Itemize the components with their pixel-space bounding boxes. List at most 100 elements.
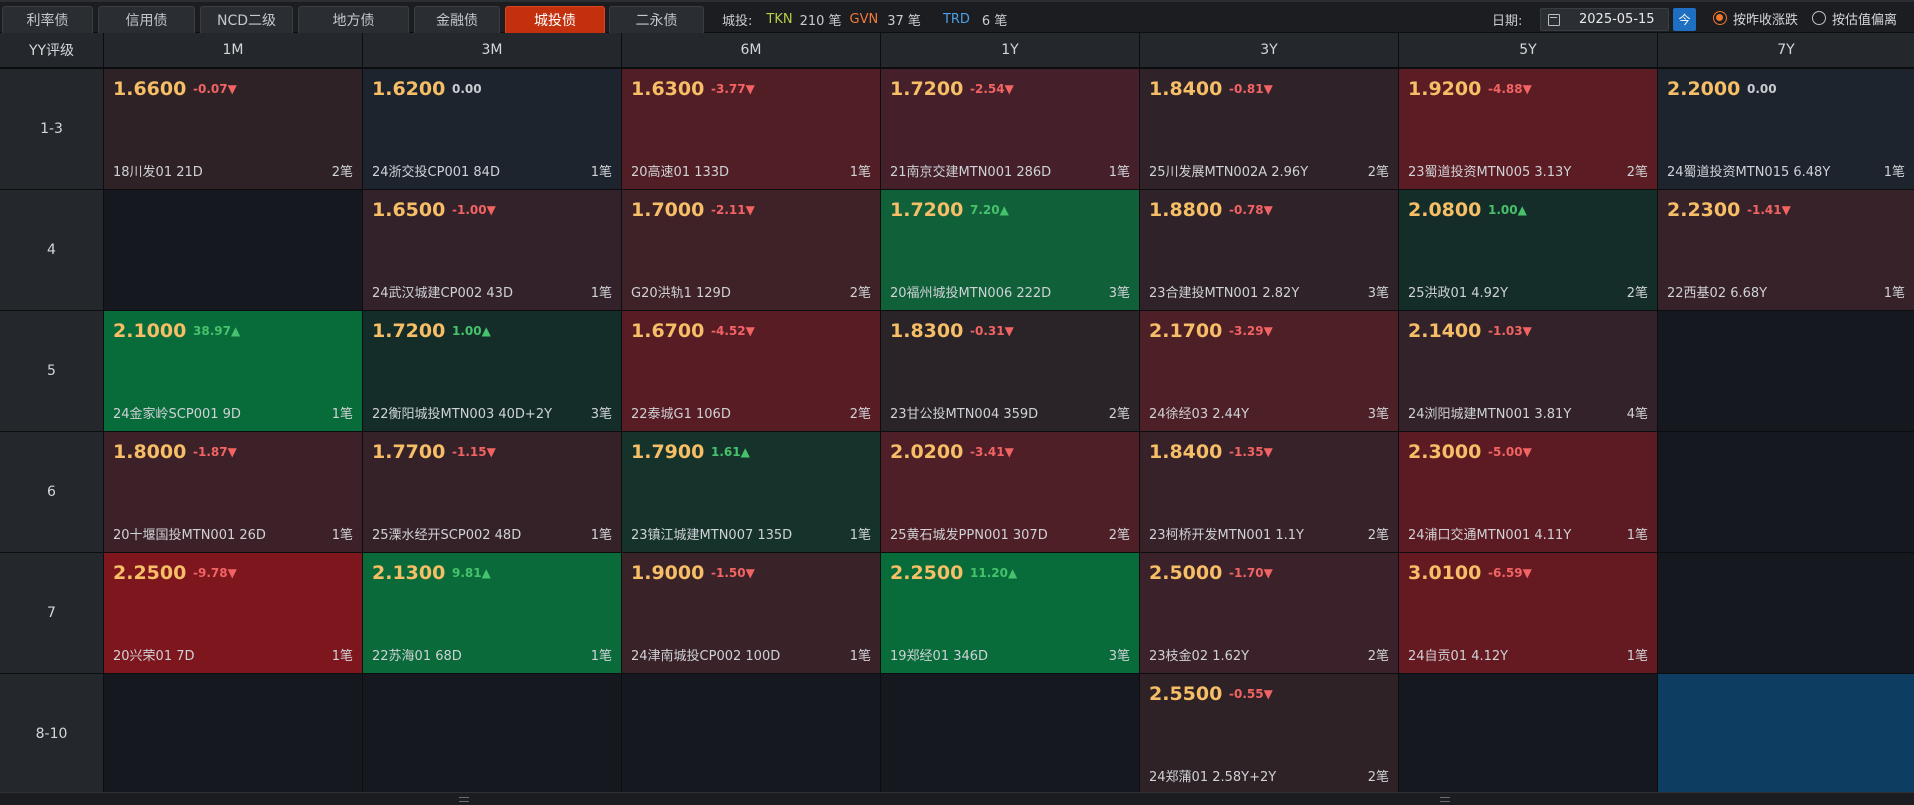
grid-cell[interactable]: 2.5000 -1.70▼ 23枝金02 1.62Y 2笔 [1140,553,1398,673]
grid-cell [1658,674,1914,794]
grid-cell[interactable]: 1.7900 1.61▲ 23镇江城建MTN007 135D 1笔 [622,432,880,552]
grid-cell[interactable]: 2.3000 -5.00▼ 24浦口交通MTN001 4.11Y 1笔 [1399,432,1657,552]
tab-利率债[interactable]: 利率债 [2,6,93,33]
cell-change: 9.81▲ [452,566,491,580]
cell-yield: 2.1700 [1149,320,1223,342]
grid-cell[interactable]: 1.6600 -0.07▼ 18川发01 21D 2笔 [104,69,362,189]
grid-cell[interactable]: 1.8400 -0.81▼ 25川发展MTN002A 2.96Y 2笔 [1140,69,1398,189]
grid-cell[interactable]: 1.6500 -1.00▼ 24武汉城建CP002 43D 1笔 [363,190,621,310]
splitter-handle-icon[interactable] [459,797,469,802]
grid-cell[interactable]: 1.7200 -2.54▼ 21南京交建MTN001 286D 1笔 [881,69,1139,189]
radio-valuation-deviation-label[interactable]: 按估值偏离 [1832,9,1897,28]
radio-prev-close[interactable] [1713,11,1727,25]
date-value: 2025-05-15 [1579,12,1655,27]
row-header-6: 6 [0,432,103,552]
tab-地方债[interactable]: 地方债 [298,6,409,33]
cell-change: -1.87▼ [193,445,237,459]
cell-change: -1.41▼ [1747,203,1791,217]
cell-trade-count: 1笔 [849,649,871,664]
cell-bond-name: 23蜀道投资MTN005 3.13Y [1408,165,1572,180]
cell-trade-count: 2笔 [849,407,871,422]
cell-bond-name: 19郑经01 346D [890,649,989,664]
tkn-label: TKN [766,11,793,27]
cell-yield: 1.7000 [631,199,705,221]
grid-cell[interactable]: 1.7200 1.00▲ 22衡阳城投MTN003 40D+2Y 3笔 [363,311,621,431]
grid-cell [363,674,621,794]
cell-trade-count: 1笔 [1626,649,1648,664]
grid-cell[interactable]: 2.2500 -9.78▼ 20兴荣01 7D 1笔 [104,553,362,673]
grid-cell[interactable]: 1.7700 -1.15▼ 25溧水经开SCP002 48D 1笔 [363,432,621,552]
cell-trade-count: 2笔 [331,165,353,180]
cell-yield: 2.5000 [1149,562,1223,584]
cell-change: -2.54▼ [970,82,1014,96]
cell-bond-name: 25黄石城发PPN001 307D [890,528,1048,543]
grid-cell[interactable]: 1.9200 -4.88▼ 23蜀道投资MTN005 3.13Y 2笔 [1399,69,1657,189]
grid-cell[interactable]: 1.8400 -1.35▼ 23柯桥开发MTN001 1.1Y 2笔 [1140,432,1398,552]
tab-金融债[interactable]: 金融债 [414,6,500,33]
cell-bond-name: 22泰城G1 106D [631,407,731,422]
date-picker[interactable]: 2025-05-15 [1540,8,1669,31]
cell-bond-name: 24金家岭SCP001 9D [113,407,241,422]
tab-NCD二级[interactable]: NCD二级 [200,6,293,33]
grid-cell [1658,432,1914,552]
grid-cell[interactable]: 2.1000 38.97▲ 24金家岭SCP001 9D 1笔 [104,311,362,431]
cell-trade-count: 1笔 [590,528,612,543]
grid-cell[interactable]: 1.6300 -3.77▼ 20高速01 133D 1笔 [622,69,880,189]
grid-cell[interactable]: 1.6200 0.00 24浙交投CP001 84D 1笔 [363,69,621,189]
grid-cell[interactable]: 2.2300 -1.41▼ 22西基02 6.68Y 1笔 [1658,190,1914,310]
grid-cell[interactable]: 2.1700 -3.29▼ 24徐经03 2.44Y 3笔 [1140,311,1398,431]
cell-change: -1.15▼ [452,445,496,459]
calendar-icon[interactable] [1548,14,1560,26]
cell-trade-count: 1笔 [590,649,612,664]
cell-yield: 1.8000 [113,441,187,463]
grid-cell[interactable]: 1.7000 -2.11▼ G20洪轨1 129D 2笔 [622,190,880,310]
cell-yield: 1.7700 [372,441,446,463]
grid-cell[interactable]: 1.7200 7.20▲ 20福州城投MTN006 222D 3笔 [881,190,1139,310]
grid-cell[interactable]: 2.2000 0.00 24蜀道投资MTN015 6.48Y 1笔 [1658,69,1914,189]
radio-prev-close-label[interactable]: 按昨收涨跌 [1733,9,1798,28]
cell-yield: 1.8300 [890,320,964,342]
top-toolbar: 利率债 信用债 NCD二级 地方债 金融债 城投债 二永债 城投: TKN 210 笔 GV… [0,0,1914,33]
grid-cell[interactable]: 1.8000 -1.87▼ 20十堰国投MTN001 26D 1笔 [104,432,362,552]
cell-change: -1.35▼ [1229,445,1273,459]
cell-yield: 2.2300 [1667,199,1741,221]
cell-bond-name: 24蜀道投资MTN015 6.48Y [1667,165,1831,180]
cell-yield: 2.2000 [1667,78,1741,100]
grid-cell[interactable]: 2.0800 1.00▲ 25洪政01 4.92Y 2笔 [1399,190,1657,310]
grid-cell[interactable]: 2.5500 -0.55▼ 24郑蒲01 2.58Y+2Y 2笔 [1140,674,1398,794]
cell-yield: 1.7200 [372,320,446,342]
cell-change: -0.78▼ [1229,203,1273,217]
cell-bond-name: 24津南城投CP002 100D [631,649,781,664]
row-header-8-10: 8-10 [0,674,103,794]
date-label: 日期: [1492,13,1523,29]
grid-cell[interactable]: 3.0100 -6.59▼ 24自贡01 4.12Y 1笔 [1399,553,1657,673]
today-button[interactable]: 今 [1673,8,1696,31]
grid-cell[interactable]: 2.1400 -1.03▼ 24浏阳城建MTN001 3.81Y 4笔 [1399,311,1657,431]
cell-change: -9.78▼ [193,566,237,580]
tab-二永债[interactable]: 二永债 [609,6,704,33]
cell-change: -4.88▼ [1488,82,1532,96]
cell-trade-count: 3笔 [1108,286,1130,301]
grid-cell[interactable]: 2.1300 9.81▲ 22苏海01 68D 1笔 [363,553,621,673]
tab-城投债[interactable]: 城投债 [505,6,605,33]
column-header-1Y: 1Y [881,33,1139,67]
grid-cell[interactable]: 1.8300 -0.31▼ 23甘公投MTN004 359D 2笔 [881,311,1139,431]
tab-信用债[interactable]: 信用债 [98,6,195,33]
radio-valuation-deviation[interactable] [1812,11,1826,25]
grid-cell[interactable]: 1.9000 -1.50▼ 24津南城投CP002 100D 1笔 [622,553,880,673]
column-header-6M: 6M [622,33,880,67]
splitter-handle-icon[interactable] [1440,797,1450,802]
grid-cell[interactable]: 1.8800 -0.78▼ 23合建投MTN001 2.82Y 3笔 [1140,190,1398,310]
cell-trade-count: 1笔 [849,165,871,180]
row-header-5: 5 [0,311,103,431]
cell-change: 0.00 [1747,82,1777,96]
cell-trade-count: 1笔 [590,286,612,301]
grid-cell[interactable]: 1.6700 -4.52▼ 22泰城G1 106D 2笔 [622,311,880,431]
grid-cell[interactable]: 2.0200 -3.41▼ 25黄石城发PPN001 307D 2笔 [881,432,1139,552]
cell-change: 7.20▲ [970,203,1009,217]
cell-trade-count: 2笔 [1108,407,1130,422]
row-header-7: 7 [0,553,103,673]
cell-trade-count: 1笔 [1626,528,1648,543]
grid-cell[interactable]: 2.2500 11.20▲ 19郑经01 346D 3笔 [881,553,1139,673]
cell-change: 1.00▲ [1488,203,1527,217]
